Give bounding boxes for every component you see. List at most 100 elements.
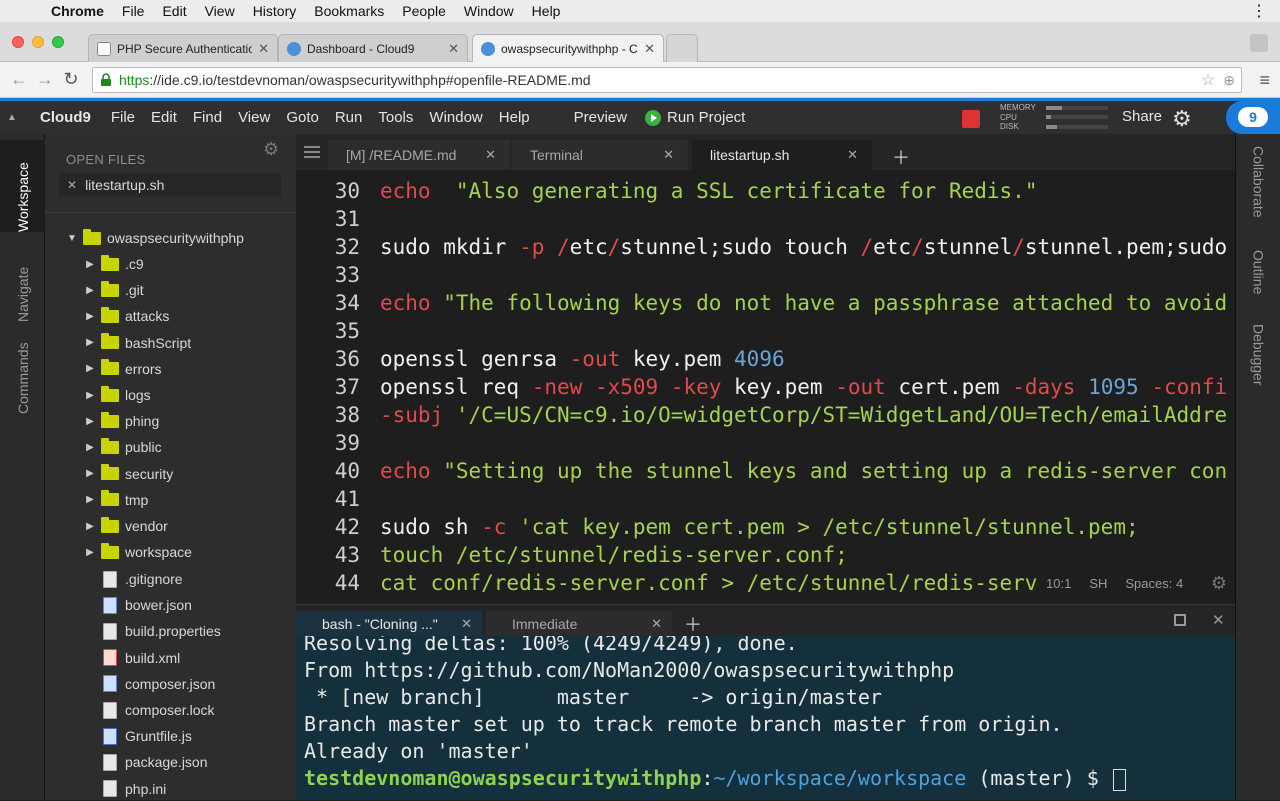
editor-tab[interactable]: Terminal ✕ [512,140,688,170]
tree-file[interactable]: composer.lock [97,698,214,722]
code-editor[interactable]: 30 echo "Also generating a SSL certificat… [296,170,1235,604]
c9-menu-view[interactable]: View [230,109,278,126]
address-bar[interactable]: https ://ide.c9.io/testdevnoman/owaspsec… [92,67,1242,93]
chevron-right-icon[interactable]: ▶ [83,363,97,374]
tree-folder[interactable]: ▶ .c9 [83,252,144,276]
c9-menu-goto[interactable]: Goto [278,109,327,126]
browser-tab[interactable]: Dashboard - Cloud9 ✕ [278,34,468,62]
tree-file[interactable]: Gruntfile.js [97,724,192,748]
tab-close-icon[interactable]: ✕ [485,147,496,163]
tree-folder[interactable]: ▶ security [83,462,173,486]
menu-window[interactable]: Window [455,0,523,22]
menu-bookmarks[interactable]: Bookmarks [305,0,393,22]
chevron-right-icon[interactable]: ▶ [83,416,97,427]
share-button[interactable]: Share [1122,108,1162,125]
window-close-button[interactable] [12,36,24,48]
tree-folder[interactable]: ▶ attacks [83,304,169,328]
tree-file[interactable]: build.xml [97,646,180,670]
tree-file[interactable]: php.ini [97,777,166,801]
c9-menu-edit[interactable]: Edit [143,109,185,126]
chevron-right-icon[interactable]: ▶ [83,390,97,401]
chevron-right-icon[interactable]: ▶ [83,547,97,558]
cloud9-logo[interactable]: 9 [1226,101,1280,134]
tree-folder[interactable]: ▶ errors [83,357,162,381]
tree-folder[interactable]: ▶ workspace [83,540,192,564]
browser-tab-active[interactable]: owaspsecuritywithphp - Cl ✕ [472,34,664,62]
tree-file[interactable]: package.json [97,750,208,774]
resource-meters[interactable]: MEMORY CPU DISK [1000,103,1112,132]
tab-close-icon[interactable]: ✕ [448,41,459,57]
c9-menu-run[interactable]: Run [327,109,371,126]
tree-folder[interactable]: ▶ vendor [83,514,168,538]
chevron-right-icon[interactable]: ▶ [83,494,97,505]
chevron-right-icon[interactable]: ▶ [83,442,97,453]
add-tab-icon[interactable]: ＋ [684,611,702,637]
chevron-right-icon[interactable]: ▶ [83,259,97,270]
chrome-menu-icon[interactable]: ≡ [1259,70,1270,91]
collapse-menu-icon[interactable]: ▲ [0,112,24,123]
gear-icon[interactable]: ⚙ [263,139,279,160]
close-icon[interactable]: ✕ [67,178,77,192]
gear-icon[interactable]: ⚙ [1172,106,1192,132]
c9-menu-help[interactable]: Help [491,109,538,126]
close-icon[interactable]: ✕ [1212,611,1225,629]
menu-view[interactable]: View [196,0,244,22]
reload-icon[interactable]: ↻ [58,69,84,90]
tab-commands[interactable]: Commands [0,330,45,414]
menu-history[interactable]: History [244,0,306,22]
tree-file[interactable]: composer.json [97,672,215,696]
cursor-position[interactable]: 10:1 [1046,576,1071,591]
tab-debugger[interactable]: Debugger [1236,324,1280,394]
cloud9-brand[interactable]: Cloud9 [24,109,103,126]
indent-setting[interactable]: Spaces: 4 [1125,576,1183,591]
menu-people[interactable]: People [393,0,455,22]
editor-tab-active[interactable]: litestartup.sh ✕ [692,140,872,170]
forward-icon[interactable]: → [32,69,58,90]
tab-outline[interactable]: Outline [1236,250,1280,310]
c9-menu-find[interactable]: Find [185,109,230,126]
tab-close-icon[interactable]: ✕ [258,41,269,57]
editor-tab[interactable]: [M] /README.md ✕ [328,140,510,170]
chevron-down-icon[interactable]: ▼ [65,233,79,244]
tree-folder[interactable]: ▶ logs [83,383,151,407]
terminal-prompt[interactable]: testdevnoman@owaspsecuritywithphp:~/work… [304,765,1126,792]
tab-close-icon[interactable]: ✕ [847,147,858,163]
tab-close-icon[interactable]: ✕ [663,147,674,163]
chevron-right-icon[interactable]: ▶ [83,521,97,532]
chevron-right-icon[interactable]: ▶ [83,337,97,348]
tab-close-icon[interactable]: ✕ [461,616,472,632]
chevron-right-icon[interactable]: ▶ [83,468,97,479]
restore-panel-icon[interactable] [1174,614,1186,626]
c9-menu-window[interactable]: Window [421,109,490,126]
bookmark-star-icon[interactable]: ☆ [1201,70,1223,90]
warning-icon[interactable] [962,110,980,128]
tab-collaborate[interactable]: Collaborate [1236,146,1280,246]
profile-icon[interactable] [1250,34,1268,52]
tree-file[interactable]: build.properties [97,619,221,643]
run-project-button[interactable]: Run Project [637,109,753,126]
menu-file[interactable]: File [113,0,154,22]
new-tab-button[interactable] [666,34,698,62]
list-icon[interactable] [304,146,320,158]
window-minimize-button[interactable] [32,36,44,48]
tab-workspace[interactable]: Workspace [0,140,45,232]
tree-file[interactable]: .gitignore [97,567,183,591]
console-tab[interactable]: Immediate ✕ [486,611,672,637]
console-tab-active[interactable]: bash - "Cloning ..." ✕ [296,611,482,637]
tree-folder[interactable]: ▶ .git [83,278,144,302]
zoom-icon[interactable]: ⊕ [1223,72,1241,89]
tab-navigate[interactable]: Navigate [0,242,45,322]
chevron-right-icon[interactable]: ▶ [83,285,97,296]
tab-close-icon[interactable]: ✕ [651,616,662,632]
tree-folder[interactable]: ▶ phing [83,409,159,433]
tree-folder[interactable]: ▶ bashScript [83,331,191,355]
tree-folder[interactable]: ▶ tmp [83,488,148,512]
add-tab-icon[interactable]: ＋ [892,144,910,170]
c9-menu-tools[interactable]: Tools [370,109,421,126]
chevron-right-icon[interactable]: ▶ [83,311,97,322]
tree-root-folder[interactable]: ▼ owaspsecuritywithphp [65,226,244,250]
gear-icon[interactable]: ⚙ [1211,573,1227,594]
back-icon[interactable]: ← [6,69,32,90]
menu-app-chrome[interactable]: Chrome [42,0,113,22]
tree-file[interactable]: bower.json [97,593,192,617]
